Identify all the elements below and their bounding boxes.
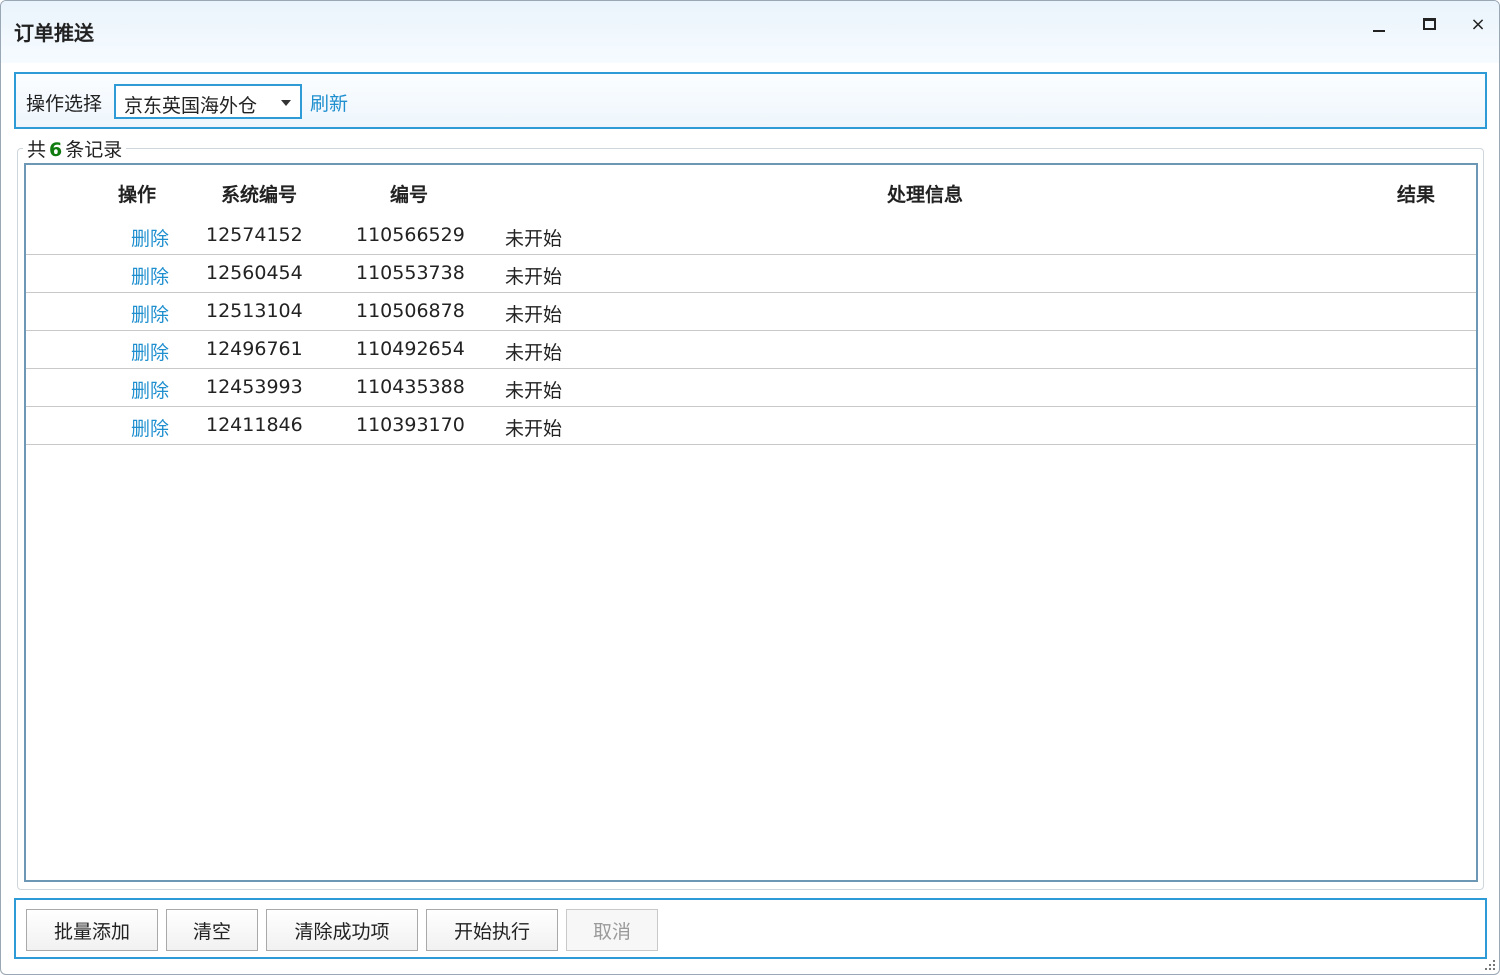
delete-link[interactable]: 删除 — [131, 376, 169, 403]
record-count-prefix: 共 — [27, 139, 47, 161]
code-cell: 110506878 — [356, 300, 465, 322]
table-row[interactable]: 删除 12513104 110506878 未开始 — [26, 293, 1476, 331]
column-header-result[interactable]: 结果 — [1397, 180, 1435, 207]
code-cell: 110492654 — [356, 338, 465, 360]
maximize-button[interactable] — [1411, 9, 1447, 39]
record-count-suffix: 条记录 — [65, 139, 123, 161]
close-button[interactable]: × — [1460, 9, 1496, 39]
record-count-value: 6 — [49, 139, 63, 161]
operation-toolbar: 操作选择 京东英国海外仓 刷新 — [14, 72, 1487, 129]
code-cell: 110435388 — [356, 376, 465, 398]
table-row[interactable]: 删除 12496761 110492654 未开始 — [26, 331, 1476, 369]
clear-success-button[interactable]: 清除成功项 — [266, 909, 418, 951]
operation-select[interactable]: 京东英国海外仓 — [114, 84, 302, 119]
action-bar: 批量添加 清空 清除成功项 开始执行 取消 — [14, 898, 1487, 959]
record-count: 共 6 条记录 — [23, 135, 127, 162]
window-title: 订单推送 — [14, 21, 94, 45]
info-cell: 未开始 — [505, 266, 563, 288]
table-row[interactable]: 删除 12411846 110393170 未开始 — [26, 407, 1476, 445]
table-row[interactable]: 删除 12560454 110553738 未开始 — [26, 255, 1476, 293]
code-cell: 110393170 — [356, 414, 465, 436]
refresh-link[interactable]: 刷新 — [310, 89, 348, 116]
column-header-code[interactable]: 编号 — [390, 180, 428, 207]
system-id-cell: 12453993 — [206, 376, 303, 398]
delete-link[interactable]: 删除 — [131, 262, 169, 289]
code-cell: 110566529 — [356, 224, 465, 246]
chevron-down-icon — [281, 100, 291, 106]
delete-link[interactable]: 删除 — [131, 224, 169, 251]
clear-button[interactable]: 清空 — [166, 909, 258, 951]
table-row[interactable]: 删除 12453993 110435388 未开始 — [26, 369, 1476, 407]
system-id-cell: 12513104 — [206, 300, 303, 322]
column-header-action[interactable]: 操作 — [118, 180, 156, 207]
system-id-cell: 12411846 — [206, 414, 303, 436]
table-row[interactable]: 删除 12574152 110566529 未开始 — [26, 217, 1476, 255]
cancel-button: 取消 — [566, 909, 658, 951]
info-cell: 未开始 — [505, 342, 563, 364]
order-table[interactable]: 操作 系统编号 编号 处理信息 结果 删除 12574152 110566529… — [24, 163, 1478, 882]
close-icon: × — [1470, 13, 1486, 35]
operation-label: 操作选择 — [26, 93, 103, 115]
info-cell: 未开始 — [505, 228, 563, 250]
maximize-icon — [1422, 18, 1436, 30]
start-button[interactable]: 开始执行 — [426, 909, 558, 951]
system-id-cell: 12496761 — [206, 338, 303, 360]
system-id-cell: 12560454 — [206, 262, 303, 284]
table-header: 操作 系统编号 编号 处理信息 结果 — [26, 165, 1476, 217]
resize-grip-icon[interactable] — [1483, 958, 1497, 972]
info-cell: 未开始 — [505, 304, 563, 326]
code-cell: 110553738 — [356, 262, 465, 284]
minimize-icon — [1373, 30, 1385, 32]
delete-link[interactable]: 删除 — [131, 338, 169, 365]
info-cell: 未开始 — [505, 380, 563, 402]
batch-add-button[interactable]: 批量添加 — [26, 909, 158, 951]
operation-select-value: 京东英国海外仓 — [124, 95, 258, 117]
title-bar[interactable]: 订单推送 × — [1, 1, 1499, 63]
delete-link[interactable]: 删除 — [131, 414, 169, 441]
minimize-button[interactable] — [1361, 9, 1397, 39]
order-push-window: 订单推送 × 操作选择 京东英国海外仓 刷新 共 6 条记录 操作 系统编号 编号 … — [0, 0, 1500, 975]
column-header-info[interactable]: 处理信息 — [887, 180, 963, 207]
system-id-cell: 12574152 — [206, 224, 303, 246]
info-cell: 未开始 — [505, 418, 563, 440]
column-header-system-id[interactable]: 系统编号 — [221, 180, 297, 207]
delete-link[interactable]: 删除 — [131, 300, 169, 327]
